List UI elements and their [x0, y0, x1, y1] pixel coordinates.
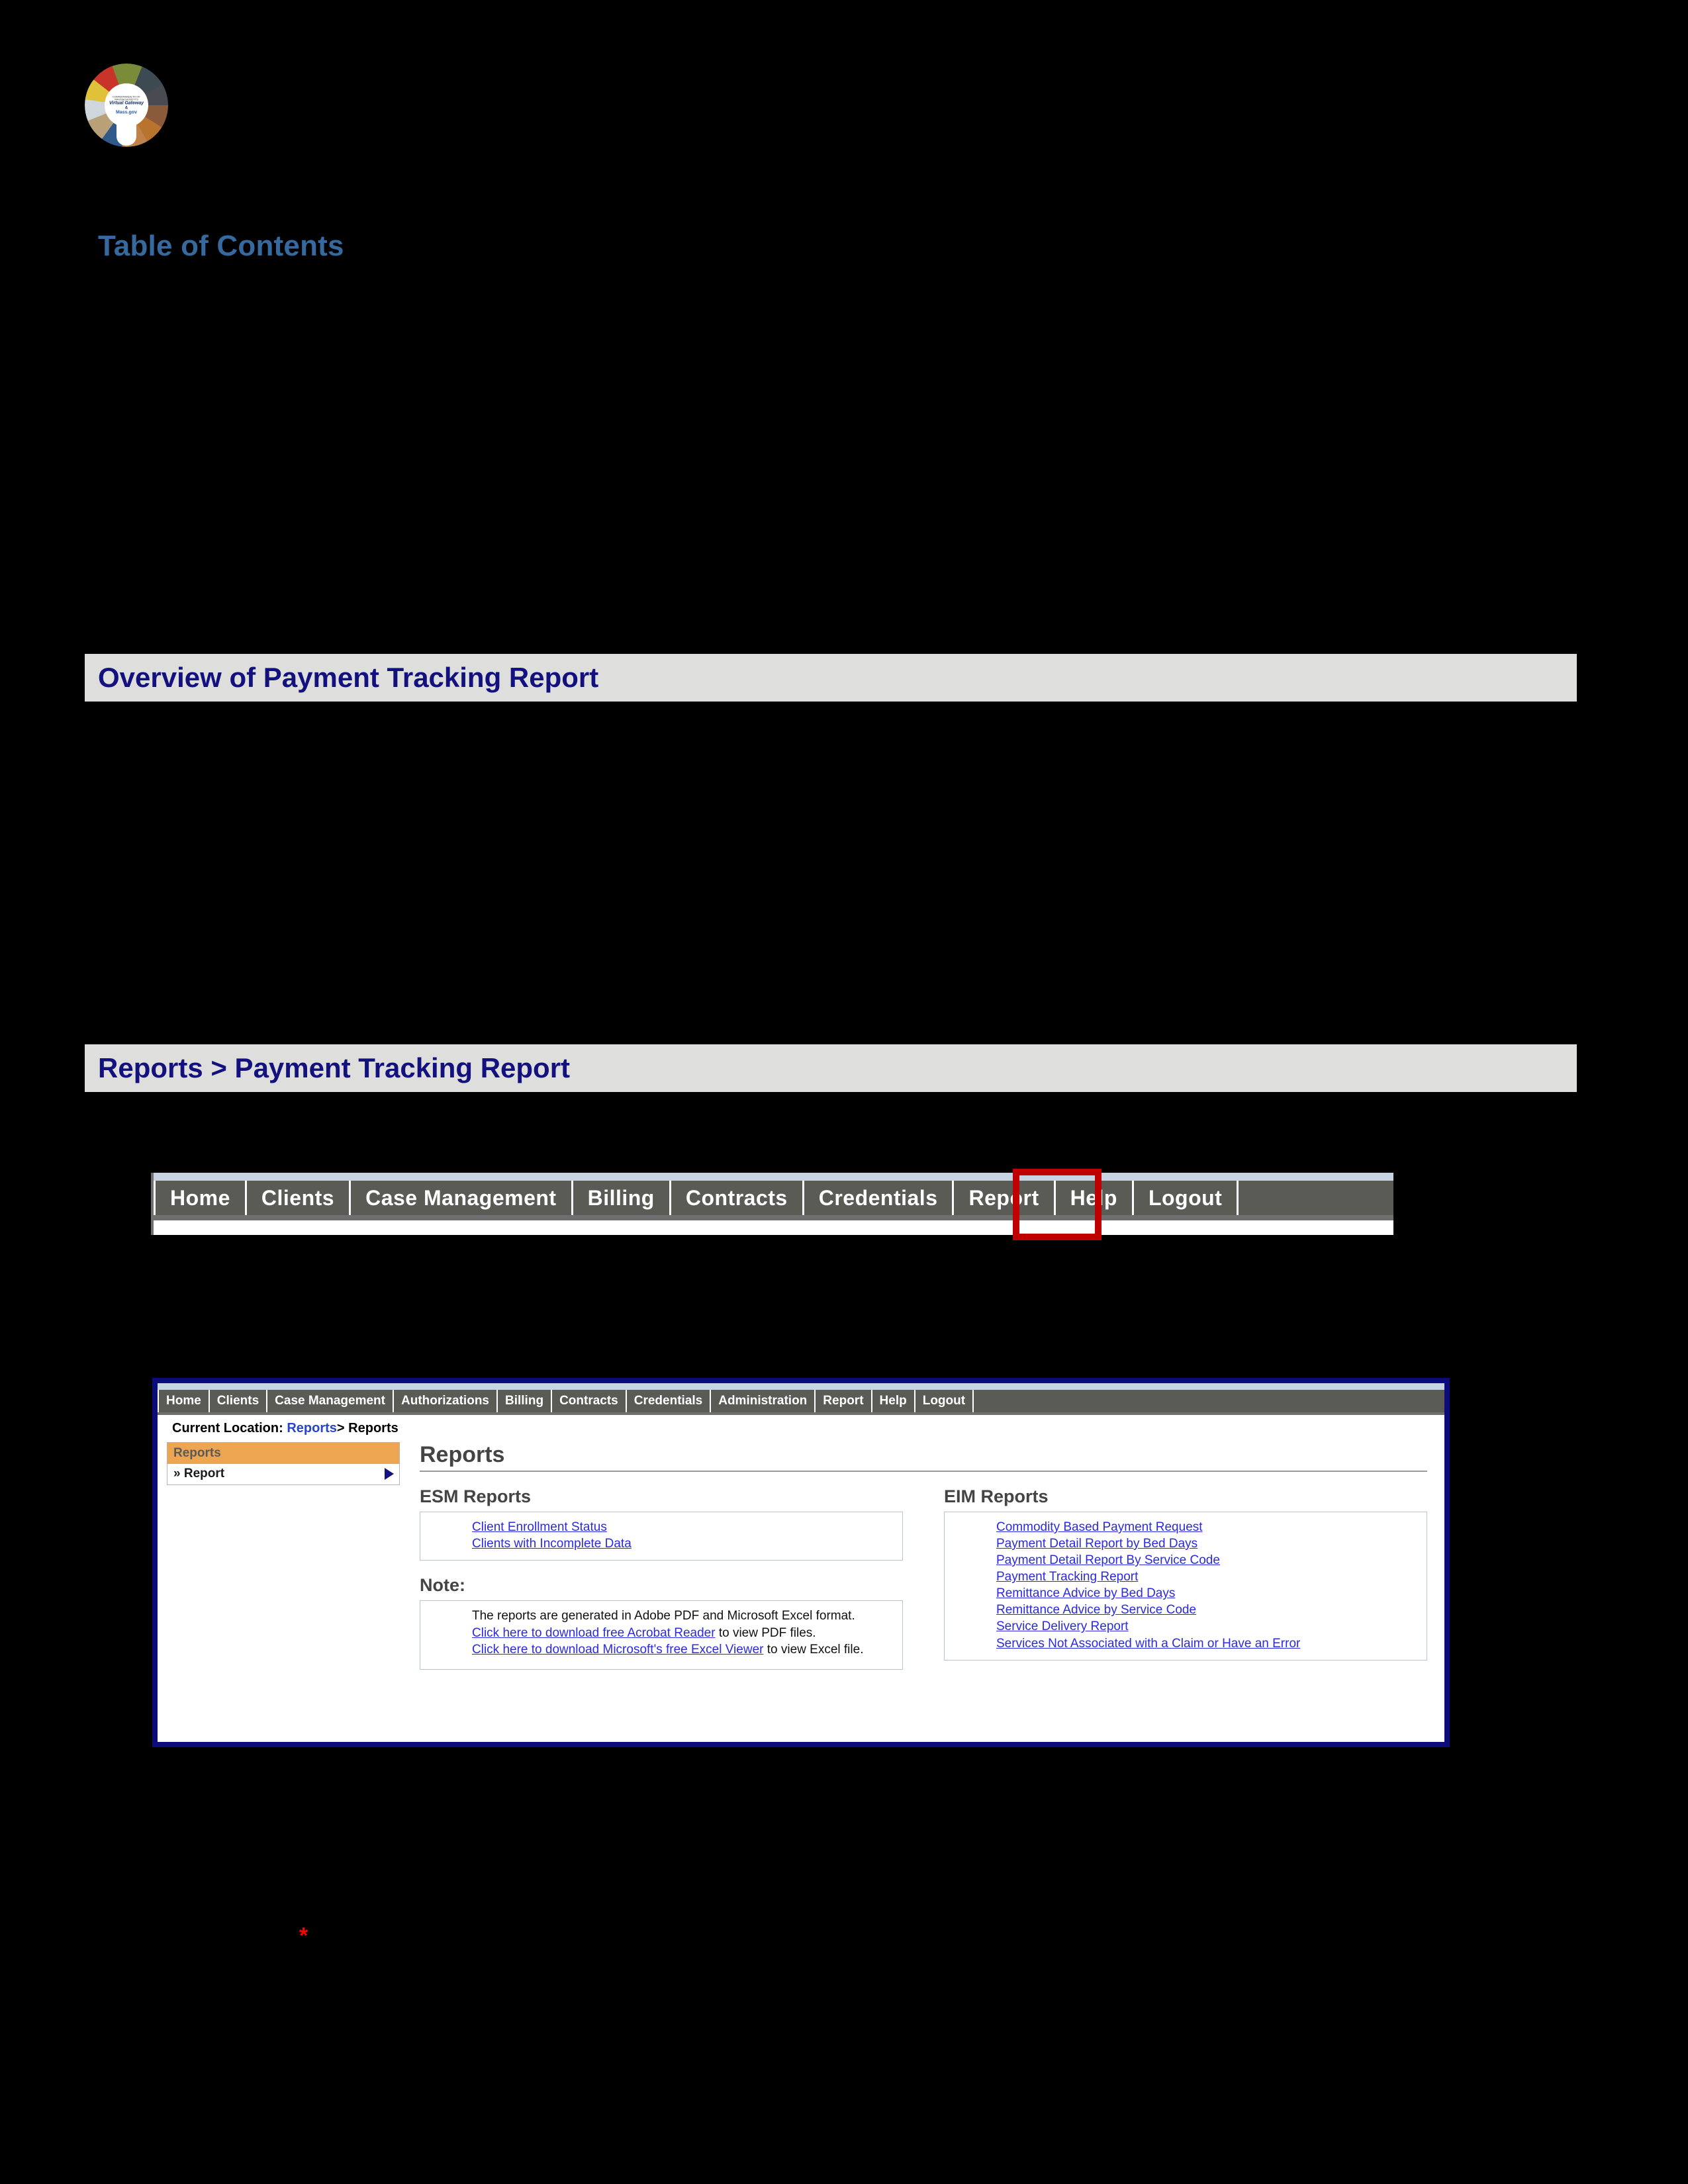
acrobat-line-rest: to view PDF files. — [715, 1625, 816, 1640]
section-banner-reports: Reports > Payment Tracking Report — [85, 1044, 1577, 1092]
page-title: Reports — [420, 1442, 505, 1467]
note-heading: Note: — [420, 1575, 465, 1596]
esm-link-clients-with-incomplete-data[interactable]: Clients with Incomplete Data — [472, 1535, 902, 1552]
eim-link-services-not-associated[interactable]: Services Not Associated with a Claim or … — [996, 1635, 1427, 1652]
main-content: Reports ESM Reports Client Enrollment St… — [400, 1442, 1444, 1670]
shot-nav-item-authorizations[interactable]: Authorizations — [394, 1390, 498, 1412]
note-line-acrobat: Click here to download free Acrobat Read… — [472, 1625, 902, 1641]
nav-trailing-space — [1239, 1181, 1393, 1215]
eim-link-remittance-advice-service-code[interactable]: Remittance Advice by Service Code — [996, 1602, 1427, 1618]
section-banner-overview: Overview of Payment Tracking Report — [85, 654, 1577, 702]
shot-nav-item-contracts[interactable]: Contracts — [552, 1390, 627, 1412]
sidebar: Reports » Report — [167, 1442, 400, 1485]
nav-bottom-rule — [151, 1215, 1393, 1220]
eim-reports-link-box: Commodity Based Payment Request Payment … — [944, 1512, 1427, 1661]
shot-nav-item-report[interactable]: Report — [816, 1390, 872, 1412]
breadcrumb-link-reports[interactable]: Reports — [287, 1421, 337, 1435]
breadcrumb-current: > Reports — [336, 1421, 399, 1435]
excel-line-rest: to view Excel file. — [763, 1643, 864, 1657]
enlarged-navigation-menu-graphic: Home Clients Case Management Billing Con… — [151, 1173, 1393, 1235]
esm-reports-link-box: Client Enrollment Status Clients with In… — [420, 1512, 903, 1561]
shot-nav-item-clients[interactable]: Clients — [210, 1390, 268, 1412]
report-columns: ESM Reports Client Enrollment Status Cli… — [420, 1486, 1427, 1670]
logo-line-4: Mass.gov — [116, 110, 137, 115]
shot-nav-item-billing[interactable]: Billing — [498, 1390, 553, 1412]
nav-item-report[interactable]: Report — [954, 1181, 1056, 1215]
shot-nav-menu: Home Clients Case Management Authorizati… — [158, 1390, 1444, 1412]
shot-nav-item-home[interactable]: Home — [158, 1390, 210, 1412]
nav-item-credentials[interactable]: Credentials — [804, 1181, 955, 1215]
breadcrumb: Current Location: Reports> Reports — [158, 1415, 1444, 1442]
nav-item-home[interactable]: Home — [154, 1181, 247, 1215]
nav-item-billing[interactable]: Billing — [573, 1181, 671, 1215]
shot-nav-item-help[interactable]: Help — [872, 1390, 915, 1412]
shot-nav-trailing-space — [974, 1390, 1444, 1412]
shot-nav-item-administration[interactable]: Administration — [711, 1390, 816, 1412]
eim-link-payment-detail-report-service-code[interactable]: Payment Detail Report By Service Code — [996, 1552, 1427, 1569]
shot-nav-item-credentials[interactable]: Credentials — [627, 1390, 712, 1412]
esm-link-client-enrollment-status[interactable]: Client Enrollment Status — [472, 1519, 902, 1535]
logo-line-1: COMMONWEALTH OF MASSACHUSETTS — [113, 95, 140, 101]
shot-nav-item-case-management[interactable]: Case Management — [267, 1390, 394, 1412]
breadcrumb-label: Current Location: — [172, 1421, 283, 1435]
note-line-format: The reports are generated in Adobe PDF a… — [472, 1609, 855, 1623]
eim-link-payment-detail-report-bed-days[interactable]: Payment Detail Report by Bed Days — [996, 1535, 1427, 1552]
nav-menu-row: Home Clients Case Management Billing Con… — [151, 1181, 1393, 1215]
esm-column: ESM Reports Client Enrollment Status Cli… — [420, 1486, 903, 1670]
required-field-asterisk: * — [299, 1923, 308, 1948]
logo-line-2: Virtual Gateway — [109, 101, 144, 106]
chevron-right-icon — [385, 1468, 394, 1480]
esm-reports-heading: ESM Reports — [420, 1486, 532, 1506]
organization-logo: COMMONWEALTH OF MASSACHUSETTS Virtual Ga… — [85, 64, 168, 147]
eim-link-service-delivery-report[interactable]: Service Delivery Report — [996, 1618, 1427, 1635]
acrobat-reader-download-link[interactable]: Click here to download free Acrobat Read… — [472, 1626, 716, 1640]
table-of-contents-heading: Table of Contents — [98, 230, 344, 262]
page-title-rule — [420, 1471, 1427, 1472]
eim-link-commodity-based-payment-request[interactable]: Commodity Based Payment Request — [996, 1519, 1427, 1535]
eim-link-remittance-advice-bed-days[interactable]: Remittance Advice by Bed Days — [996, 1585, 1427, 1602]
reports-page-screenshot: Home Clients Case Management Authorizati… — [152, 1378, 1450, 1747]
eim-link-payment-tracking-report[interactable]: Payment Tracking Report — [996, 1569, 1427, 1585]
logo-text-block: COMMONWEALTH OF MASSACHUSETTS Virtual Ga… — [106, 95, 147, 115]
nav-item-contracts[interactable]: Contracts — [671, 1181, 804, 1215]
shot-content-area: Reports » Report Reports ESM Reports Cli… — [158, 1442, 1444, 1670]
eim-reports-heading: EIM Reports — [944, 1486, 1049, 1506]
nav-top-accent-strip — [151, 1173, 1393, 1181]
shot-nav-item-logout[interactable]: Logout — [915, 1390, 974, 1412]
section-title-reports: Reports > Payment Tracking Report — [98, 1052, 571, 1083]
note-line-excel: Click here to download Microsoft's free … — [472, 1641, 902, 1658]
note-box: The reports are generated in Adobe PDF a… — [420, 1600, 903, 1670]
shot-top-accent-strip — [158, 1383, 1444, 1390]
nav-item-logout[interactable]: Logout — [1134, 1181, 1239, 1215]
excel-viewer-download-link[interactable]: Click here to download Microsoft's free … — [472, 1643, 763, 1657]
sidebar-item-label: » Report — [173, 1467, 225, 1480]
sidebar-header-reports: Reports — [167, 1442, 400, 1464]
sidebar-item-report[interactable]: » Report — [167, 1464, 400, 1485]
nav-item-case-management[interactable]: Case Management — [351, 1181, 573, 1215]
nav-item-help[interactable]: Help — [1056, 1181, 1134, 1215]
nav-item-clients[interactable]: Clients — [247, 1181, 352, 1215]
eim-column: EIM Reports Commodity Based Payment Requ… — [944, 1486, 1427, 1661]
section-title-overview: Overview of Payment Tracking Report — [98, 662, 599, 693]
nav-white-bar — [151, 1220, 1393, 1235]
